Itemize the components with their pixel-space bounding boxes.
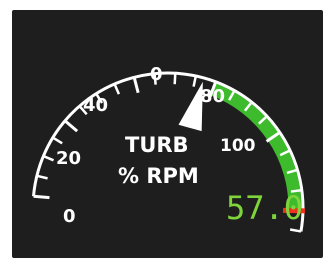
scale-label-0: 0	[63, 206, 76, 227]
scale-label-40: 40	[83, 95, 108, 116]
gauge-title-line2: % RPM	[118, 164, 199, 188]
scale-label-80: 80	[200, 86, 225, 107]
gauge-title-line1: TURB	[125, 133, 189, 157]
scale-label-20: 20	[56, 148, 81, 169]
scale-label-60: 0	[150, 64, 163, 85]
rpm-digital-readout: 57.0	[226, 189, 303, 227]
gauge-tick	[33, 194, 50, 200]
turbine-rpm-gauge: 0 20 40 0 80 100 TURB % RPM 57.0	[12, 10, 323, 258]
gauge-tick	[173, 73, 177, 85]
turbine-rpm-gauge-panel: 0 20 40 0 80 100 TURB % RPM 57.0	[0, 0, 335, 268]
scale-label-100: 100	[220, 136, 256, 156]
